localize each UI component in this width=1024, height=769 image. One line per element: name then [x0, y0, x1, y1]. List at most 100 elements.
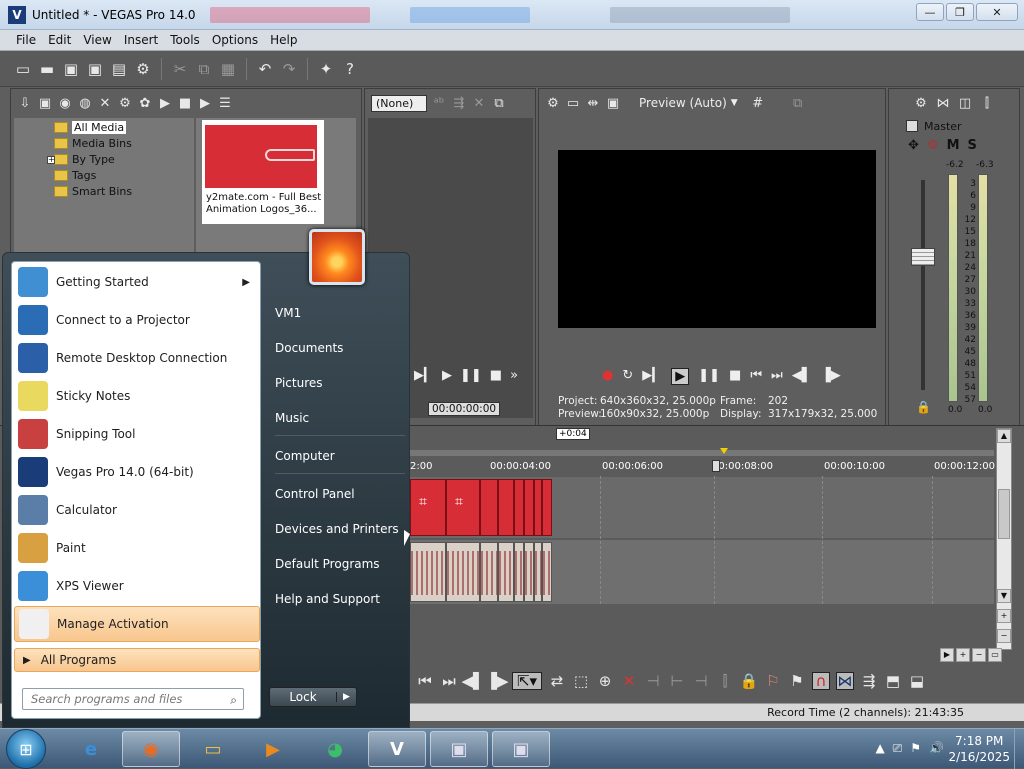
network-app-icon[interactable]: ▣: [430, 731, 488, 767]
tree-item-smart-bins[interactable]: Smart Bins: [54, 184, 132, 199]
minimize-button[interactable]: —: [916, 3, 944, 21]
ignore-grouping-icon[interactable]: ⬓: [908, 672, 926, 690]
mute-button[interactable]: M: [947, 138, 960, 153]
shutdown-options-icon[interactable]: ▶: [336, 692, 356, 702]
pan-icon[interactable]: ✥: [908, 138, 919, 153]
trim-start-icon[interactable]: ⊢: [668, 672, 686, 690]
start-right-item[interactable]: Music: [275, 407, 405, 429]
start-right-item[interactable]: Default Programs: [275, 553, 405, 575]
audio-clip[interactable]: [498, 542, 514, 602]
capture-icon[interactable]: ▣: [37, 95, 53, 111]
record-icon[interactable]: ●: [602, 368, 613, 385]
next-icon[interactable]: »: [510, 368, 518, 383]
go-to-end-icon[interactable]: ⏭: [771, 368, 783, 385]
menu-options[interactable]: Options: [206, 33, 264, 47]
volume-icon[interactable]: 🔊: [929, 741, 944, 756]
save-icon[interactable]: ▣: [62, 60, 80, 78]
go-to-end-icon[interactable]: ⏭: [440, 672, 458, 690]
play-icon[interactable]: ▶: [157, 95, 173, 111]
start-right-item[interactable]: Control Panel: [275, 483, 405, 505]
trim-icon[interactable]: ⊣: [644, 672, 662, 690]
video-clip[interactable]: [524, 479, 534, 536]
lock-icon[interactable]: 🔒: [740, 672, 759, 690]
menu-view[interactable]: View: [77, 33, 117, 47]
play-icon[interactable]: ▶: [671, 368, 690, 385]
video-clip[interactable]: [542, 479, 552, 536]
auto-preview-icon[interactable]: ▶: [197, 95, 213, 111]
chat-app-icon[interactable]: ◕: [306, 731, 364, 767]
master-checkbox[interactable]: [906, 120, 918, 132]
program-item[interactable]: Paint: [14, 530, 260, 566]
user-picture[interactable]: [309, 229, 365, 285]
region-icon[interactable]: ⚑: [788, 672, 806, 690]
remove-icon[interactable]: ✕: [97, 95, 113, 111]
lock-icon[interactable]: 🔒: [916, 400, 931, 414]
h-zoom-fit-icon[interactable]: ▭: [988, 648, 1002, 662]
video-clip[interactable]: [480, 479, 498, 536]
auto-crossfade-icon[interactable]: ⋈: [836, 672, 854, 690]
program-item[interactable]: Manage Activation: [14, 606, 260, 642]
preview-quality-dropdown[interactable]: Preview (Auto): [639, 96, 727, 110]
envelope-tool-icon[interactable]: ⇄: [548, 672, 566, 690]
chevron-down-icon[interactable]: ▼: [731, 98, 738, 108]
master-fx-icon[interactable]: ⚙: [913, 95, 929, 111]
split-icon[interactable]: ⫿: [716, 672, 734, 690]
audio-clip[interactable]: [524, 542, 534, 602]
start-right-item[interactable]: Pictures: [275, 372, 405, 394]
firefox-icon[interactable]: ◉: [122, 731, 180, 767]
audio-clip[interactable]: [480, 542, 498, 602]
tree-item-all-media[interactable]: All Media: [54, 120, 127, 135]
h-zoom-in-icon[interactable]: +: [956, 648, 970, 662]
all-programs-button[interactable]: ▶ All Programs: [14, 648, 260, 672]
zoom-out-icon[interactable]: −: [997, 629, 1011, 643]
play-from-start-icon[interactable]: ▶▎: [414, 368, 434, 383]
go-to-start-icon[interactable]: ⏮: [416, 672, 434, 690]
media-fx-icon[interactable]: ⚙: [117, 95, 133, 111]
menu-insert[interactable]: Insert: [118, 33, 164, 47]
video-clip[interactable]: [534, 479, 542, 536]
file-explorer-icon[interactable]: ▭: [184, 731, 242, 767]
trim-fx-icon[interactable]: ⇶: [451, 95, 467, 111]
tree-item-media-bins[interactable]: Media Bins: [54, 136, 132, 151]
loop-icon[interactable]: ↻: [622, 368, 633, 385]
program-item[interactable]: Vegas Pro 14.0 (64-bit): [14, 454, 260, 490]
playhead-handle[interactable]: [712, 460, 720, 472]
redo-icon[interactable]: ↷: [280, 60, 298, 78]
expand-icon[interactable]: +: [47, 155, 55, 164]
zoom-in-icon[interactable]: +: [997, 609, 1011, 623]
open-folder-icon[interactable]: ▬: [38, 60, 56, 78]
audio-clip[interactable]: [446, 542, 480, 602]
selection-tool-icon[interactable]: ⬚: [572, 672, 590, 690]
audio-clip[interactable]: [410, 542, 446, 602]
start-right-item[interactable]: Devices and Printers: [275, 518, 405, 540]
menu-edit[interactable]: Edit: [42, 33, 77, 47]
script-icon[interactable]: ✦: [317, 60, 335, 78]
start-button[interactable]: ⊞: [6, 729, 46, 769]
clock[interactable]: 7:18 PM 2/16/2025: [948, 733, 1010, 765]
save-as-icon[interactable]: ▣: [86, 60, 104, 78]
next-frame-icon[interactable]: ▐▶: [485, 672, 508, 690]
stop-icon[interactable]: ■: [177, 95, 193, 111]
grid-icon[interactable]: #: [750, 95, 766, 111]
normal-edit-tool-icon[interactable]: ⇱▾: [512, 672, 542, 690]
program-item[interactable]: Connect to a Projector: [14, 302, 260, 338]
pause-icon[interactable]: ❚❚: [460, 368, 482, 383]
previous-frame-icon[interactable]: ◀▌: [461, 672, 484, 690]
zoom-tool-icon[interactable]: ⊕: [596, 672, 614, 690]
downmix-icon[interactable]: ⋈: [935, 95, 951, 111]
lock-button[interactable]: Lock ▶: [269, 687, 357, 707]
h-zoom-out-icon[interactable]: −: [972, 648, 986, 662]
scroll-up-icon[interactable]: ▲: [997, 429, 1011, 443]
copy-icon[interactable]: ⧉: [195, 60, 213, 78]
search-icon[interactable]: ⌕: [230, 693, 237, 708]
search-input[interactable]: Search programs and files ⌕: [22, 688, 244, 710]
video-clip[interactable]: ⌗: [410, 479, 446, 536]
trim-end-icon[interactable]: ⊣: [692, 672, 710, 690]
video-clip[interactable]: [514, 479, 524, 536]
views-icon[interactable]: ☰: [217, 95, 233, 111]
start-right-item[interactable]: Documents: [275, 337, 405, 359]
close-button[interactable]: ✕: [976, 3, 1018, 21]
stop-icon[interactable]: ■: [490, 368, 502, 383]
marker-icon[interactable]: ⚐: [764, 672, 782, 690]
program-item[interactable]: XPS Viewer: [14, 568, 260, 604]
